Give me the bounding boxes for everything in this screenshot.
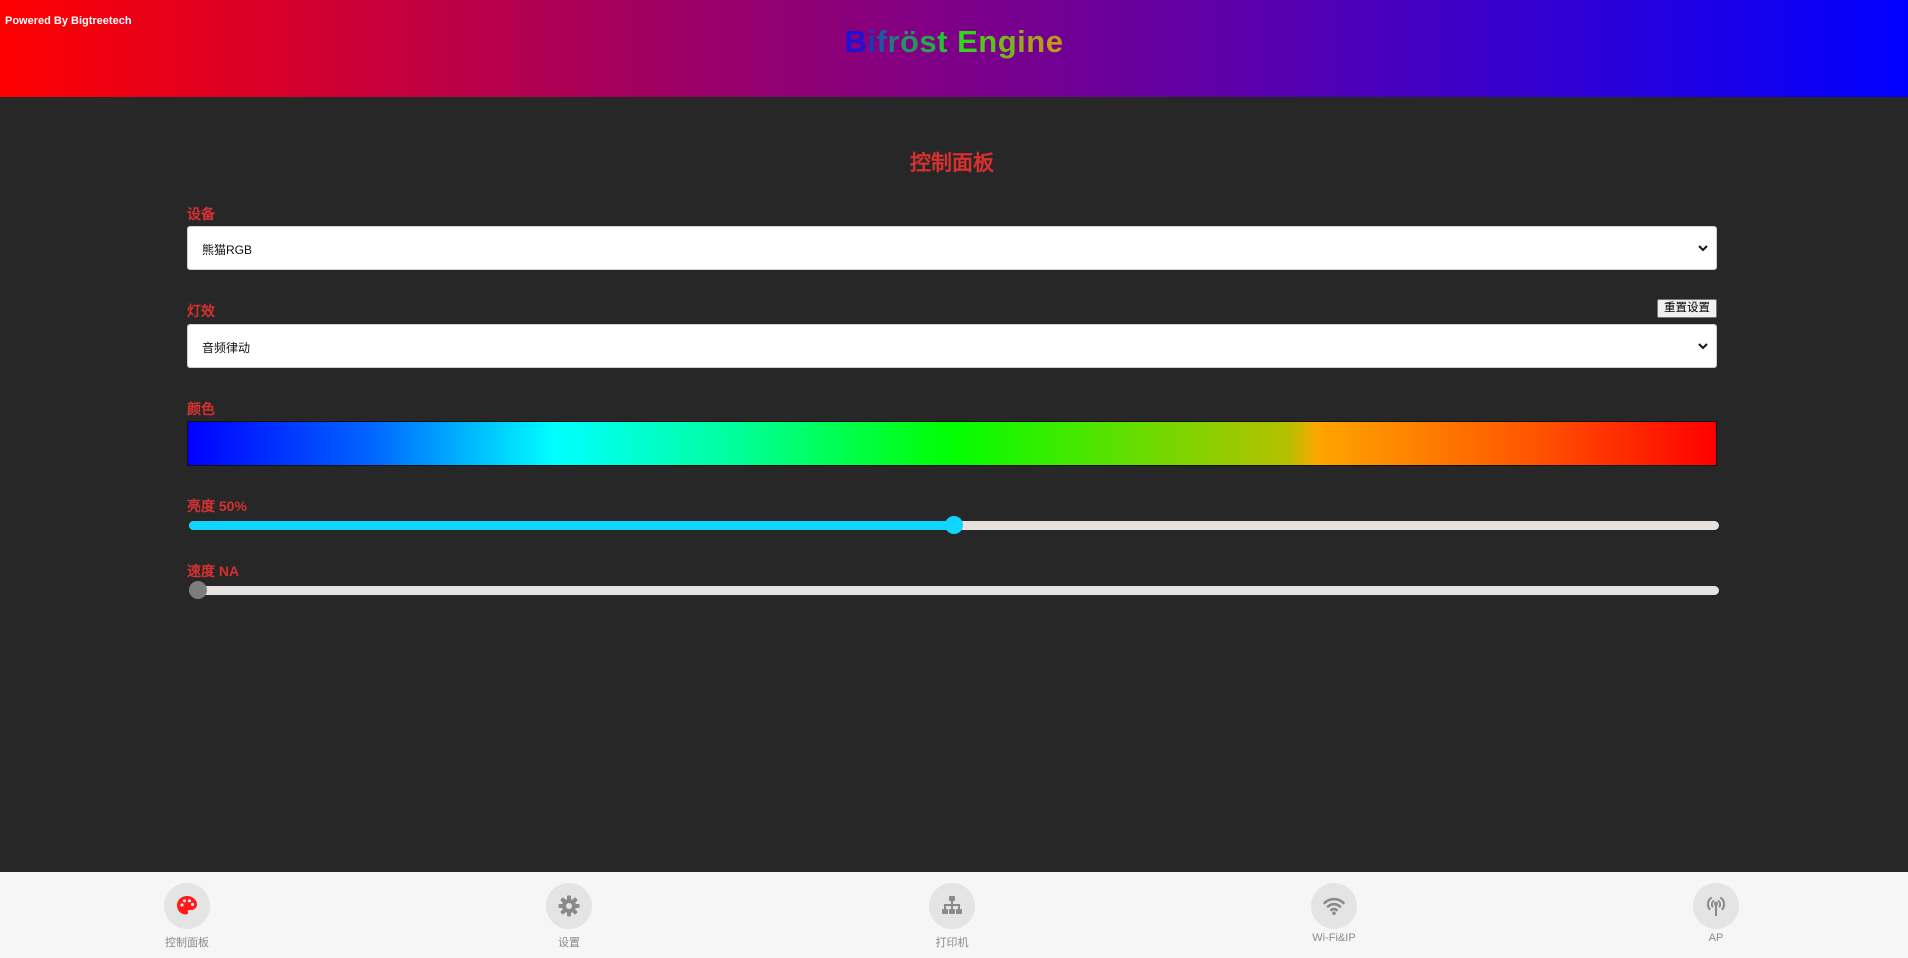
brand-letter: g xyxy=(997,24,1018,59)
nav-label: AP xyxy=(1708,932,1724,944)
nav-circle xyxy=(1693,883,1739,929)
brand-letter: B xyxy=(844,24,868,59)
wifi-icon xyxy=(1323,897,1345,916)
brand-letter: n xyxy=(978,24,998,59)
brightness-slider[interactable] xyxy=(189,516,1719,534)
nav-circle xyxy=(929,883,975,929)
nav-circle xyxy=(164,883,210,929)
brightness-slider-thumb[interactable] xyxy=(945,516,963,534)
brand-letter: ö xyxy=(899,24,920,59)
brightness-label: 亮度 50% xyxy=(187,498,247,514)
chevron-down-icon xyxy=(1698,343,1708,350)
bottom-nav: 控制面板 设置 打印机 Wi-Fi&IP AP xyxy=(0,872,1908,958)
sitemap-icon xyxy=(942,896,962,914)
speed-label: 速度 NA xyxy=(187,563,240,579)
brand-letter: i xyxy=(867,24,877,59)
nav-label: 设置 xyxy=(558,937,580,949)
nav-circle xyxy=(546,883,592,929)
brand-letter: e xyxy=(1045,24,1064,59)
page-title: 控制面板 xyxy=(910,152,994,175)
color-spectrum-picker[interactable] xyxy=(187,421,1717,466)
brand-letter: t xyxy=(937,24,948,59)
speed-slider-track xyxy=(189,586,1719,595)
device-label: 设备 xyxy=(187,206,215,222)
nav-label: Wi-Fi&IP xyxy=(1312,932,1356,944)
brand-letter: f xyxy=(876,24,888,59)
effect-label: 灯效 xyxy=(187,303,215,319)
nav-label: 打印机 xyxy=(935,937,969,949)
color-label: 颜色 xyxy=(187,401,215,417)
speed-slider[interactable] xyxy=(189,581,1719,599)
brand-letter: r xyxy=(887,24,900,59)
header-banner: Powered By Bigtreetech Bifröst Engine xyxy=(0,0,1908,97)
brand-letter: E xyxy=(957,24,979,59)
brightness-slider-fill xyxy=(189,521,954,530)
brand-letter xyxy=(948,24,957,60)
nav-label: 控制面板 xyxy=(165,937,209,949)
palette-icon xyxy=(177,896,197,915)
nav-circle xyxy=(1311,883,1357,929)
broadcast-tower-icon xyxy=(1706,897,1726,916)
brand-letter: i xyxy=(1017,24,1027,59)
brand-title: Bifröst Engine xyxy=(0,24,1908,60)
chevron-down-icon xyxy=(1698,245,1708,252)
speed-slider-thumb[interactable] xyxy=(189,581,207,599)
brand-letter: s xyxy=(919,24,938,59)
gear-icon xyxy=(558,895,580,917)
reset-settings-button[interactable]: 重置设置 xyxy=(1657,299,1717,318)
effect-select-value: 音频律动 xyxy=(202,341,251,355)
brand-letter: n xyxy=(1026,24,1046,59)
device-select-value: 熊猫RGB xyxy=(202,243,253,257)
device-select[interactable]: 熊猫RGB xyxy=(187,226,1717,270)
effect-select[interactable]: 音频律动 xyxy=(187,324,1717,368)
